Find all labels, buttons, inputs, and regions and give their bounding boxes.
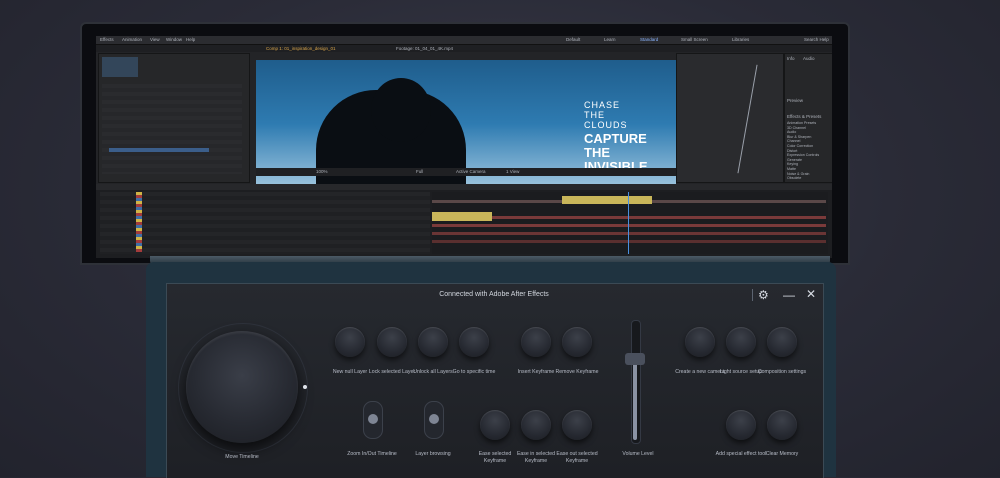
silhouette-head	[371, 78, 431, 142]
layer-browsing-toggle[interactable]	[424, 401, 444, 439]
close-icon[interactable]: ✕	[806, 288, 816, 300]
viewer-title-line: CAPTURE	[584, 131, 647, 146]
layer-list[interactable]	[100, 192, 430, 254]
viewer-title-line: CLOUDS	[584, 120, 628, 130]
go-to-specific-time-button[interactable]	[459, 327, 489, 357]
button-label: Remove Keyframe	[555, 369, 599, 375]
toggle-label: Zoom In/Out Timeline	[347, 451, 397, 457]
info-tab[interactable]: Info	[787, 56, 795, 61]
gear-icon[interactable]: ⚙	[758, 289, 769, 301]
divider	[752, 289, 753, 301]
remove-keyframe-button[interactable]	[562, 327, 592, 357]
audio-tab[interactable]: Audio	[803, 56, 815, 61]
button-label: Go to specific time	[452, 369, 496, 375]
create-camera-button[interactable]	[685, 327, 715, 357]
button-label: Composition settings	[757, 369, 807, 375]
footage-tab[interactable]: Footage: 01_04_01_4K.mp4	[396, 46, 453, 51]
menu-item[interactable]: Help	[186, 37, 195, 42]
project-file-list[interactable]	[102, 84, 242, 174]
viewer-title-line: THE	[584, 145, 610, 160]
panel-tab-bar: Comp 1: 01_inspiration_design_01 Footage…	[96, 45, 832, 52]
workspace-tab[interactable]: Small Screen	[681, 37, 708, 42]
after-effects-window: Effects Animation View Window Help Defau…	[96, 36, 832, 258]
viewer-toolbar: 100% Full Active Camera 1 View	[256, 168, 676, 176]
light-source-setup-button[interactable]	[726, 327, 756, 357]
timeline-panel[interactable]	[96, 184, 832, 258]
playhead[interactable]	[628, 192, 629, 254]
quality-value[interactable]: Full	[416, 169, 423, 174]
connection-status: Connected with Adobe After Effects	[439, 291, 549, 298]
menu-item[interactable]: Window	[166, 37, 182, 42]
menu-item[interactable]: Animation	[122, 37, 142, 42]
move-timeline-dial[interactable]	[186, 331, 298, 443]
volume-fill	[633, 359, 637, 440]
workspace-tab[interactable]: Default	[566, 37, 580, 42]
toggle-thumb	[368, 414, 378, 424]
views-value[interactable]: 1 View	[506, 169, 519, 174]
add-special-effect-button[interactable]	[726, 410, 756, 440]
project-panel	[98, 53, 250, 183]
effects-presets-label: Effects & Presets	[787, 114, 822, 119]
ease-selected-keyframe-button[interactable]	[480, 410, 510, 440]
motion-path-line	[737, 64, 758, 174]
toggle-label: Layer browsing	[415, 451, 451, 457]
menu-bar: Effects Animation View Window Help Defau…	[96, 36, 832, 45]
menu-item[interactable]: Effects	[100, 37, 114, 42]
workspace-tab[interactable]: Libraries	[732, 37, 749, 42]
zoom-timeline-toggle[interactable]	[363, 401, 383, 439]
button-label: Ease out selected Keyframe	[556, 451, 598, 464]
layer-label-colors	[136, 192, 142, 252]
insert-keyframe-button[interactable]	[521, 327, 551, 357]
camera-value[interactable]: Active Camera	[456, 169, 486, 174]
volume-slider-thumb[interactable]	[625, 353, 645, 366]
workspace-tab[interactable]: Learn	[604, 37, 616, 42]
right-panel: Info Audio Preview Effects & Presets Ani…	[784, 53, 832, 183]
slider-label: Volume Level	[622, 451, 654, 457]
minimize-icon[interactable]: —	[783, 289, 795, 301]
graph-panel[interactable]	[676, 53, 784, 183]
composition-settings-button[interactable]	[767, 327, 797, 357]
project-thumbnail	[102, 57, 138, 77]
search-help-field[interactable]: Search Help	[804, 37, 829, 42]
menu-item[interactable]: View	[150, 37, 160, 42]
new-null-layer-button[interactable]	[335, 327, 365, 357]
viewer-title-line: THE	[584, 110, 605, 120]
ease-in-keyframe-button[interactable]	[521, 410, 551, 440]
effects-item[interactable]: Obsolete	[787, 176, 831, 181]
dial-indicator	[303, 385, 307, 389]
unlock-all-layers-button[interactable]	[418, 327, 448, 357]
effects-list[interactable]: Animation Presets 3D Channel Audio Blur …	[787, 121, 831, 181]
composition-tab[interactable]: Comp 1: 01_inspiration_design_01	[266, 46, 336, 51]
button-label: Clear Memory	[765, 451, 799, 457]
preview-label: Preview	[787, 98, 804, 103]
clear-memory-button[interactable]	[767, 410, 797, 440]
track-area[interactable]	[432, 192, 828, 254]
dial-label: Move Timeline	[225, 454, 259, 460]
timeline-tabs	[96, 184, 832, 190]
lock-selected-layer-button[interactable]	[377, 327, 407, 357]
viewer-title-line: CHASE	[584, 100, 621, 110]
workspace-tab-active[interactable]: Standard	[640, 37, 658, 42]
toggle-thumb	[429, 414, 439, 424]
ease-out-keyframe-button[interactable]	[562, 410, 592, 440]
zoom-value[interactable]: 100%	[316, 169, 328, 174]
selected-file-row[interactable]	[109, 148, 209, 152]
